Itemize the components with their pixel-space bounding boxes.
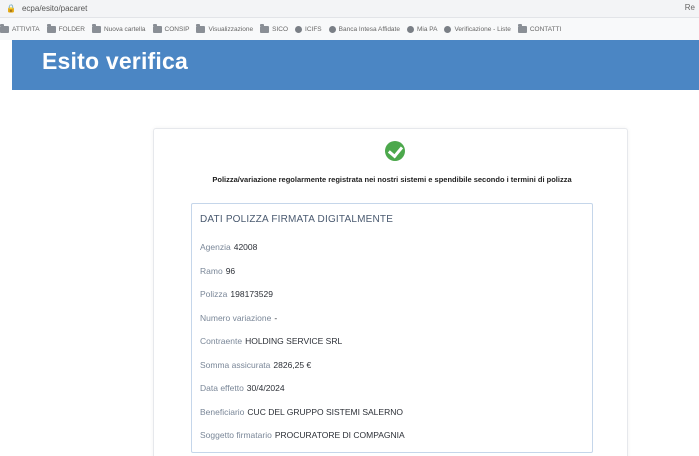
detail-field: Agenzia 42008 <box>200 242 257 252</box>
policy-details-box: DATI POLIZZA FIRMATA DIGITALMENTE Agenzi… <box>191 203 593 453</box>
detail-label: Soggetto firmatario <box>200 430 272 440</box>
detail-field: Contraente HOLDING SERVICE SRL <box>200 336 342 346</box>
bookmark-label: CONSIP <box>164 25 190 33</box>
detail-label: Contraente <box>200 336 243 346</box>
folder-icon <box>152 23 162 33</box>
detail-value: HOLDING SERVICE SRL <box>245 336 343 346</box>
folder-icon <box>46 23 56 33</box>
bookmark-label: SICO <box>272 25 289 33</box>
detail-value: 198173529 <box>230 289 273 299</box>
bookmark-label: CONTATTI <box>529 25 562 33</box>
bookmark-label: Verificazione - Liste <box>454 25 511 33</box>
page-title: Esito verifica <box>42 48 188 74</box>
bookmark-item[interactable]: Nuova cartella <box>91 23 146 33</box>
bookmark-item[interactable]: Visualizzazione <box>196 23 254 33</box>
detail-value: 96 <box>225 265 236 276</box>
details-title: DATI POLIZZA FIRMATA DIGITALMENTE <box>200 214 394 225</box>
result-message: Polizza/variazione regolarmente registra… <box>212 175 572 184</box>
extension-icon[interactable]: Re <box>685 3 695 12</box>
detail-label: Beneficiario <box>200 406 245 417</box>
page-header-banner: Esito verifica <box>12 40 699 90</box>
bookmark-item[interactable]: Mia PA <box>406 25 438 33</box>
detail-value: 2826,25 € <box>273 359 312 370</box>
bookmark-label: ATTIVITA <box>12 25 40 33</box>
lock-icon: 🔒 <box>6 4 16 13</box>
detail-value: CUC DEL GRUPPO SISTEMI SALERNO <box>247 406 403 417</box>
detail-value: PROCURATORE DI COMPAGNIA <box>274 430 405 440</box>
detail-label: Data effetto <box>200 383 244 393</box>
detail-field: Beneficiario CUC DEL GRUPPO SISTEMI SALER… <box>200 407 403 417</box>
site-icon <box>406 25 414 33</box>
bookmark-label: Banca Intesa Affidate <box>338 25 400 33</box>
result-card: Polizza/variazione regolarmente registra… <box>153 128 628 456</box>
detail-label: Somma assicurata <box>200 359 271 370</box>
bookmark-label: ICIFS <box>305 25 322 33</box>
address-bar[interactable]: 🔒 ecpa/esito/pacaret Re <box>0 0 699 18</box>
bookmark-label: Mia PA <box>416 25 438 33</box>
bookmarks-bar: ATTIVITA FOLDER Nuova cartella CONSIP Visual… <box>0 18 699 40</box>
bookmark-item[interactable]: CONTATTI <box>517 23 562 33</box>
check-circle-icon <box>385 141 405 161</box>
folder-icon <box>91 23 101 33</box>
detail-field: Data effetto 30/4/2024 <box>200 383 285 393</box>
detail-value: 42008 <box>233 242 258 252</box>
folder-icon <box>517 23 527 33</box>
detail-field: Soggetto firmatario PROCURATORE DI COMPAG… <box>200 430 405 440</box>
site-icon <box>295 25 303 33</box>
bookmark-item[interactable]: Verificazione - Liste <box>444 25 511 33</box>
bookmark-item[interactable]: SICO <box>260 23 289 33</box>
detail-label: Ramo <box>200 265 223 276</box>
bookmark-label: Visualizzazione <box>208 25 254 33</box>
detail-field: Somma assicurata 2826,25 € <box>200 360 311 370</box>
detail-field: Numero variazione - <box>200 313 277 323</box>
detail-label: Numero variazione <box>200 312 272 323</box>
bookmark-item[interactable]: CONSIP <box>152 23 190 33</box>
folder-icon <box>196 23 206 33</box>
bookmark-label: FOLDER <box>58 25 85 33</box>
detail-field: Polizza 198173529 <box>200 289 273 299</box>
site-icon <box>328 25 336 33</box>
folder-icon <box>260 23 270 33</box>
detail-label: Agenzia <box>200 242 231 252</box>
bookmark-item[interactable]: FOLDER <box>46 23 85 33</box>
folder-icon <box>0 23 9 33</box>
detail-value: - <box>274 312 278 323</box>
bookmark-item[interactable]: ICIFS <box>295 25 322 33</box>
url-text[interactable]: ecpa/esito/pacaret <box>22 4 87 13</box>
detail-value: 30/4/2024 <box>246 383 285 393</box>
site-icon <box>444 25 452 33</box>
detail-field: Ramo 96 <box>200 266 235 276</box>
bookmark-item[interactable]: ATTIVITA <box>0 23 40 33</box>
bookmark-label: Nuova cartella <box>103 25 146 33</box>
detail-label: Polizza <box>200 289 228 299</box>
bookmark-item[interactable]: Banca Intesa Affidate <box>328 25 400 33</box>
